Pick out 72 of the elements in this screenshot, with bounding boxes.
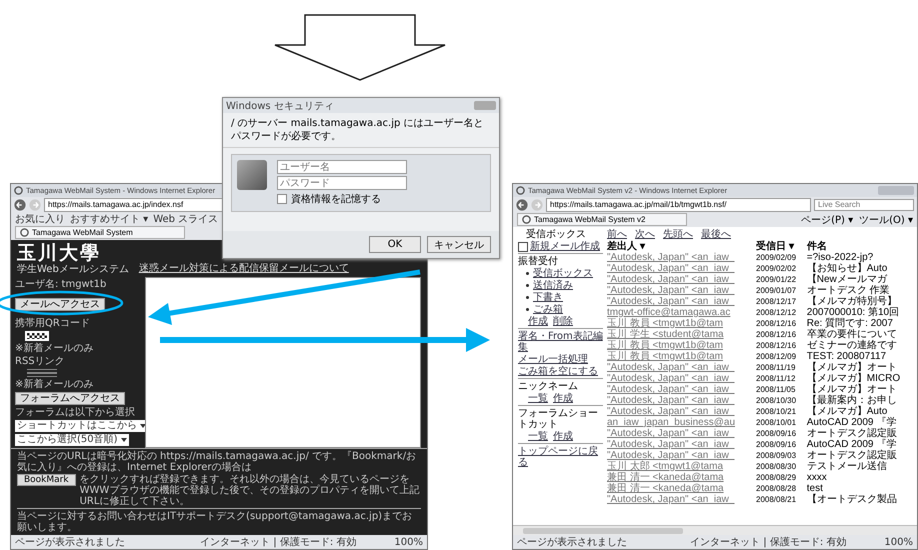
subject-cell-text: テストメール送信 xyxy=(806,461,888,472)
subject-cell-text: TEST: 200807117 xyxy=(806,351,888,362)
status-text: ページが表示されました xyxy=(15,536,125,549)
subject-cell-text: 【最新案内：お申し xyxy=(806,395,898,406)
date-cell-text: 2008/09/16 xyxy=(755,439,798,450)
subject-cell-text: xxxx xyxy=(806,472,828,483)
subject-cell: test xyxy=(804,483,917,494)
footer-text: をクリックすれば登録できます。それ以外の場合は、今見ているページをWWWブラウザの機能で登録した後で、その登録のプロパティを開いて上記URLに修正して下さい。 xyxy=(80,474,420,507)
section-label: 振替受付 xyxy=(518,256,559,267)
date-cell-text: 2008/08/30 xyxy=(755,461,798,472)
subject-cell-text: AutoCAD 2009 『学 xyxy=(806,439,898,450)
subject-cell: 【メルマガ】Auto xyxy=(804,406,917,417)
subject-cell-text: 【オートデスク製品 xyxy=(806,494,898,505)
subject-cell-text: 2007000010: 第10回 xyxy=(806,307,900,318)
section-label: ニックネーム xyxy=(518,381,579,392)
checkbox-label: 資格情報を記憶する xyxy=(291,192,381,206)
date-cell-text: 2008/12/16 xyxy=(755,318,798,329)
subject-cell-text: オートデスク認定販 xyxy=(806,428,898,439)
address-text: https://mails.tamagawa.ac.jp/index.nsf xyxy=(48,200,184,209)
status-text: ページが表示されました xyxy=(517,536,627,549)
subject-cell-text: 卒業の要件について xyxy=(806,329,898,340)
date-cell-text: 2008/10/21 xyxy=(755,406,798,417)
date-cell-text: 2008/08/28 xyxy=(755,483,798,494)
date-cell-text: 2008/11/12 xyxy=(755,373,796,384)
sidebar-text: ※新着メールのみ xyxy=(15,378,94,390)
date-cell-text: 2008/10/30 xyxy=(755,395,798,406)
date-cell-text: 2008/08/29 xyxy=(755,472,798,483)
date-cell-text: 2008/08/21 xyxy=(755,494,798,505)
subject-cell-text: 【メルマガ】オート xyxy=(806,362,898,373)
subject-cell-text: 【メルマガ】オート xyxy=(806,384,898,395)
dialog-message: / のサーバー mails.tamagawa.ac.jp にはユーザー名とパスワードが必要です。 xyxy=(223,113,499,148)
subject-cell-text: オートデスク認定販 xyxy=(806,450,898,461)
date-cell-text: 2008/12/16 xyxy=(755,329,798,340)
contact-text: 当ページに対するお問い合わせはITサポートデスク(support@tamagawa.ac.jp)までお願いします。 xyxy=(17,508,421,533)
sidebar-text: ユーザ名: tmgwt1b xyxy=(15,279,106,290)
subject-cell-text: Re: 質問です: 2007 xyxy=(806,318,894,329)
date-cell-text: 2008/12/16 xyxy=(755,340,798,351)
subject-cell-text: 【メルマガ特別号】 xyxy=(806,296,898,307)
subject-cell-text: 【メルマガ】MICRO xyxy=(806,373,902,384)
university-logo: 玉川大學 xyxy=(17,243,102,264)
dialog-title: Windows セキュリティ xyxy=(226,100,334,112)
date-cell-text: 2008/12/09 xyxy=(755,351,798,362)
sidebar-text: RSSリンク xyxy=(15,356,65,367)
date-cell-text: 2009/01/22 xyxy=(755,274,798,285)
tab-title: Tamagawa WebMail System v2 xyxy=(534,215,646,224)
date-cell-text: 2009/02/09 xyxy=(755,252,798,263)
subject-cell-text: 【お知らせ】Auto xyxy=(806,263,888,274)
date-cell-text: 2008/11/19 xyxy=(755,362,796,373)
sidebar-text: 携帯用QRコード xyxy=(15,318,90,329)
date-cell-text: 2008/09/03 xyxy=(755,450,798,461)
section-label: フォーラムショートカット xyxy=(518,408,599,430)
sidebar-text: フォーラムは以下から選択 xyxy=(15,406,135,418)
date-cell-text: 2008/12/17 xyxy=(755,296,798,307)
subject-cell-text: =?iso-2022-jp? xyxy=(806,252,874,263)
folder-heading: 受信ボックス xyxy=(525,229,587,240)
subject-cell-text: AutoCAD 2009 『学 xyxy=(806,417,898,428)
date-cell-text: 2009/01/07 xyxy=(755,285,798,296)
date-cell-text: 2008/12/12 xyxy=(755,307,798,318)
subject-cell-text: オートデスク 作業 xyxy=(806,285,890,296)
security-zone: インターネット | 保護モード: 有効 xyxy=(200,536,356,549)
sidebar-text: ※新着メールのみ xyxy=(15,342,94,354)
date-cell-text: 2008/11/05 xyxy=(755,384,796,395)
address-text: https://mails.tamagawa.ac.jp/mail/1b/tmgwt1b.nsf/ xyxy=(550,200,727,209)
date-cell-text: 2008/10/01 xyxy=(755,417,798,428)
subject-cell-text: 【Newメールマガ xyxy=(806,274,888,285)
tab-title: Tamagawa WebMail System xyxy=(32,228,133,237)
subject-cell-text: ゼミナーの連絡です xyxy=(806,340,898,351)
footer-text: 当ページのURLは暗号化対応の https://mails.tamagawa.ac.jp/ です。『Bookmark/お気に入り』への登録は、Internet Explorerの場合は xyxy=(17,451,418,473)
date-cell-text: 2009/02/02 xyxy=(755,263,798,274)
date-cell-text: 2008/09/16 xyxy=(755,428,798,439)
security-zone: インターネット | 保護モード: 有効 xyxy=(690,536,846,549)
site-subtitle: 学生Webメールシステム xyxy=(17,264,129,275)
